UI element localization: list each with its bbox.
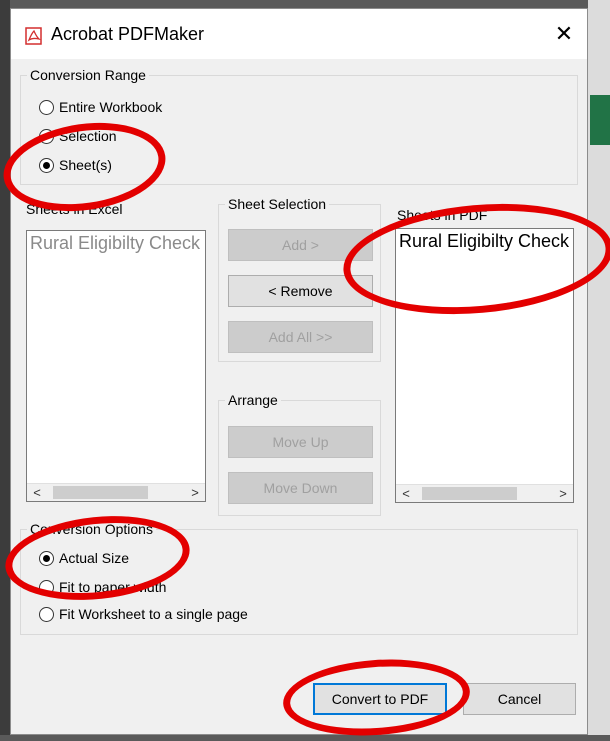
add-all-button[interactable]: Add All >>	[228, 321, 373, 353]
radio-label: Fit Worksheet to a single page	[59, 606, 248, 622]
title-bar: Acrobat PDFMaker ✕	[11, 9, 587, 59]
radio-label: Sheet(s)	[59, 157, 112, 173]
arrange-legend: Arrange	[225, 391, 281, 409]
move-down-button[interactable]: Move Down	[228, 472, 373, 504]
conversion-options-legend: Conversion Options	[27, 520, 156, 538]
scroll-left-icon[interactable]: <	[396, 485, 416, 502]
radio-circle[interactable]	[39, 128, 54, 144]
conversion-range-group: Conversion Range Entire Workbook Selecti…	[20, 66, 578, 185]
radio-actual-size[interactable]: Actual Size	[39, 550, 129, 566]
horizontal-scrollbar[interactable]: < >	[27, 483, 205, 501]
acrobat-pdf-icon	[25, 27, 43, 45]
sheet-selection-legend: Sheet Selection	[225, 195, 330, 213]
conversion-options-group: Conversion Options Actual Size Fit to pa…	[20, 520, 578, 635]
radio-sheets[interactable]: Sheet(s)	[39, 157, 112, 173]
horizontal-scrollbar[interactable]: < >	[396, 484, 573, 502]
sheets-in-excel-list[interactable]: Rural Eligibilty Check < >	[26, 230, 206, 502]
sheets-in-excel-legend: Sheets in Excel	[26, 201, 123, 217]
list-item[interactable]: Rural Eligibilty Check	[399, 231, 569, 252]
sheets-in-excel-legend-wrap: Sheets in Excel	[20, 201, 200, 221]
scroll-left-icon[interactable]: <	[27, 484, 47, 501]
cancel-button[interactable]: Cancel	[463, 683, 576, 715]
scroll-thumb[interactable]	[422, 487, 517, 500]
radio-circle[interactable]	[39, 157, 54, 173]
scroll-right-icon[interactable]: >	[553, 485, 573, 502]
background-green-accent	[590, 95, 610, 145]
radio-label: Actual Size	[59, 550, 130, 566]
list-item[interactable]: Rural Eligibilty Check	[30, 233, 200, 254]
close-button[interactable]: ✕	[541, 9, 587, 59]
radio-fit-paper-width[interactable]: Fit to paper width	[39, 579, 166, 595]
radio-fit-single-page[interactable]: Fit Worksheet to a single page	[39, 606, 248, 622]
radio-selection[interactable]: Selection	[39, 128, 117, 144]
sheet-selection-group: Sheet Selection Add > < Remove Add All >…	[218, 195, 381, 362]
scroll-thumb[interactable]	[53, 486, 148, 499]
convert-to-pdf-button[interactable]: Convert to PDF	[313, 683, 447, 715]
radio-circle[interactable]	[39, 550, 54, 566]
move-up-button[interactable]: Move Up	[228, 426, 373, 458]
sheets-in-pdf-legend-wrap: Sheets in PDF	[392, 207, 572, 227]
radio-circle[interactable]	[39, 579, 54, 595]
radio-label: Entire Workbook	[59, 99, 163, 115]
radio-circle[interactable]	[39, 606, 54, 622]
sheets-in-pdf-legend: Sheets in PDF	[397, 207, 488, 223]
pdfmaker-dialog: Acrobat PDFMaker ✕ Conversion Range Enti…	[10, 8, 588, 735]
remove-button[interactable]: < Remove	[228, 275, 373, 307]
sheets-in-pdf-list[interactable]: Rural Eligibilty Check < >	[395, 228, 574, 503]
radio-entire-workbook[interactable]: Entire Workbook	[39, 99, 162, 115]
conversion-range-legend: Conversion Range	[27, 66, 149, 84]
radio-label: Selection	[59, 128, 117, 144]
radio-circle[interactable]	[39, 99, 54, 115]
radio-label: Fit to paper width	[59, 579, 167, 595]
add-button[interactable]: Add >	[228, 229, 373, 261]
window-title: Acrobat PDFMaker	[51, 24, 205, 44]
background-left-strip	[0, 0, 10, 735]
scroll-right-icon[interactable]: >	[185, 484, 205, 501]
arrange-group: Arrange Move Up Move Down	[218, 391, 381, 516]
